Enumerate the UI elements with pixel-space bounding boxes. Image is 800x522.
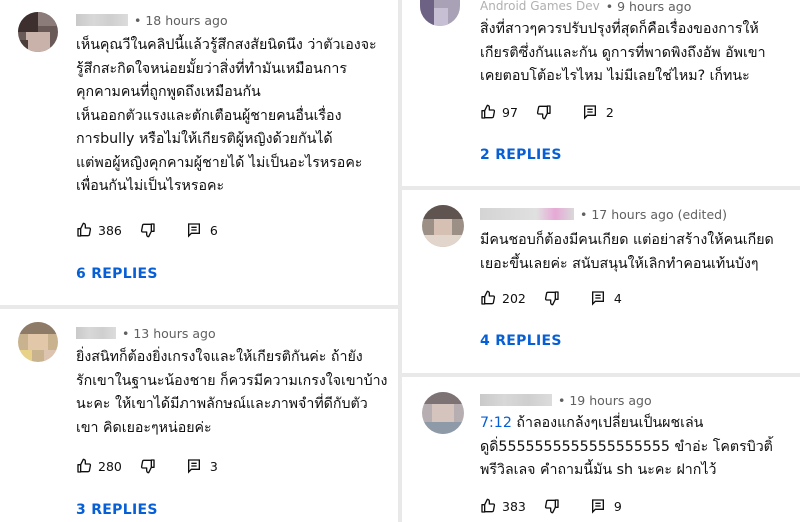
dislike-button[interactable] [536,104,552,120]
dislike-button[interactable] [140,222,156,238]
comment-reply-icon [187,459,200,474]
like-count: 383 [502,498,526,514]
thumbs-down-icon [140,223,155,238]
thumbs-down-icon [544,499,559,514]
author-name[interactable]: Android Games Dev [480,0,600,13]
thumbs-up-icon [481,104,496,119]
dislike-button[interactable] [140,458,156,474]
comment-text: สิ่งที่สาวๆควรปรับปรุงที่สุดก็คือเรื่องข… [480,21,766,84]
reply-count: 2 [605,104,614,120]
right-column: Android Games Dev • 9 hours ago สิ่งที่ส… [402,0,800,522]
view-replies-button[interactable]: 2 REPLIES [480,147,562,163]
comment-text-line: ถ้าลองแกล้งๆเปลี่ยนเป็นผชเล่น [511,415,704,431]
left-column: • 18 hours ago เห็นคุณวีในคลิปนี้แล้วรู้… [0,0,398,522]
avatar[interactable] [18,322,58,362]
author-name[interactable] [480,394,552,406]
comment-reply-icon [591,291,604,306]
thumbs-down-icon [536,105,551,120]
avatar[interactable] [422,392,464,434]
comment-text: 7:12 ถ้าลองแกล้งๆเปลี่ยนเป็นผชเล่น ดูดิ่… [480,412,798,483]
like-count: 202 [502,290,526,306]
comment-actions: 386 6 [76,220,218,240]
comment-time: 18 hours ago [145,12,228,28]
timestamp-link[interactable]: 7:12 [480,415,512,431]
reply-count: 4 [613,290,622,306]
comment-text-rest: ดูดิ่5555555555555555555 ขำอ่ะ โคตรบิวติ… [480,438,773,479]
reply-button[interactable]: 4 [590,290,622,306]
avatar[interactable] [420,0,460,26]
reply-button[interactable]: 9 [590,498,622,514]
thumbs-up-icon [481,498,496,513]
avatar[interactable] [18,12,58,52]
comment-divider [402,373,800,377]
thumbs-down-icon [140,459,155,474]
thumbs-up-icon [77,222,92,237]
like-count: 386 [98,222,122,238]
comment-actions: 280 3 [76,456,218,476]
like-button[interactable] [76,222,92,238]
comment-actions: 97 2 [480,102,614,122]
thumbs-up-icon [77,458,92,473]
reply-button[interactable]: 2 [582,104,614,120]
comment-reply-icon [591,499,604,514]
comment-time: 17 hours ago (edited) [591,206,727,222]
thumbs-down-icon [544,291,559,306]
comment-meta: Android Games Dev • 9 hours ago [480,0,692,14]
comment-actions: 383 9 [480,496,622,516]
comment-time: 19 hours ago [569,392,652,408]
reply-count: 6 [209,222,218,238]
comment-text: เห็นคุณวีในคลิปนี้แล้วรู้สึกสงสัยนิดนึง … [76,37,377,194]
like-button[interactable] [480,498,496,514]
view-replies-button[interactable]: 6 REPLIES [76,266,158,282]
like-count: 280 [98,458,122,474]
author-name[interactable] [76,327,116,339]
reply-button[interactable]: 3 [186,458,218,474]
comment-meta: • 19 hours ago [480,392,652,408]
reply-button[interactable]: 6 [186,222,218,238]
comment-text: ยิ่งสนิทก็ต้องยิ่งเกรงใจและให้เกียรติกัน… [76,349,388,436]
author-name[interactable] [480,208,574,220]
reply-count: 9 [613,498,622,514]
comment-divider [0,305,398,309]
like-button[interactable] [480,290,496,306]
comment-time: 9 hours ago [617,0,692,14]
author-name[interactable] [76,14,128,26]
comment-divider [402,186,800,190]
comment-reply-icon [187,223,200,238]
comment-meta: • 17 hours ago (edited) [480,206,727,222]
comment-meta: • 13 hours ago [76,325,216,341]
comment-meta: • 18 hours ago [76,12,228,28]
dislike-button[interactable] [544,498,560,514]
like-count: 97 [502,104,518,120]
comment-reply-icon [583,105,596,120]
like-button[interactable] [480,104,496,120]
reply-count: 3 [209,458,218,474]
comment-time: 13 hours ago [133,325,216,341]
dislike-button[interactable] [544,290,560,306]
view-replies-button[interactable]: 3 REPLIES [76,502,158,518]
avatar[interactable] [422,205,464,247]
view-replies-button[interactable]: 4 REPLIES [480,333,562,349]
like-button[interactable] [76,458,92,474]
comment-actions: 202 4 [480,288,622,308]
thumbs-up-icon [481,290,496,305]
comment-text: มีคนชอบก็ต้องมีคนเกียด แต่อย่าสร้างให้คน… [480,232,774,272]
